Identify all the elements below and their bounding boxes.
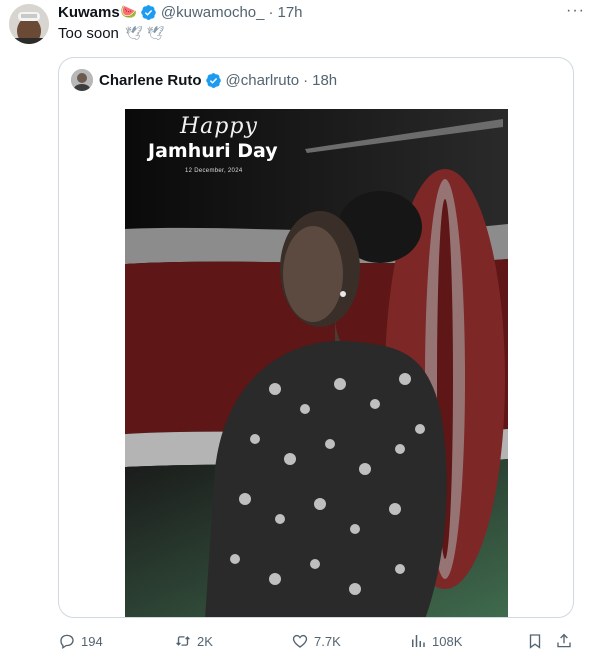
tweet-header: Kuwams 🍉 @kuwamocho_ · 17h bbox=[58, 3, 303, 21]
image-title: Jamhuri Day bbox=[148, 140, 278, 162]
repost-count: 2K bbox=[197, 633, 213, 649]
dove-emoji: 🕊 🕊 bbox=[124, 25, 165, 41]
watermelon-emoji: 🍉 bbox=[120, 4, 137, 19]
quoted-tweet-time[interactable]: 18h bbox=[312, 72, 337, 89]
avatar[interactable] bbox=[9, 4, 49, 44]
repost-icon bbox=[176, 636, 190, 646]
quoted-avatar[interactable] bbox=[71, 69, 93, 91]
more-options-icon[interactable]: ··· bbox=[566, 2, 585, 20]
avatar-image bbox=[9, 4, 49, 44]
reply-button[interactable]: 194 bbox=[58, 630, 103, 652]
quoted-author-name[interactable]: Charlene Ruto bbox=[99, 72, 202, 89]
reply-count: 194 bbox=[81, 633, 103, 649]
verified-badge-icon[interactable] bbox=[140, 4, 157, 21]
quoted-tweet-card[interactable]: Charlene Ruto @charlruto · 18h Happy Jam… bbox=[58, 57, 574, 618]
share-button[interactable] bbox=[555, 630, 578, 652]
share-icon bbox=[557, 633, 571, 648]
author-name[interactable]: Kuwams bbox=[58, 4, 120, 21]
jamhuri-day-photo bbox=[125, 109, 508, 617]
bookmark-icon bbox=[529, 634, 541, 649]
separator-dot: · bbox=[268, 3, 274, 21]
views-count: 108K bbox=[432, 633, 463, 649]
reply-icon bbox=[60, 634, 74, 650]
like-button[interactable]: 7.7K bbox=[291, 630, 341, 652]
like-count: 7.7K bbox=[314, 633, 341, 649]
views-chart-icon bbox=[412, 635, 425, 647]
bookmark-button[interactable] bbox=[526, 630, 549, 652]
repost-button[interactable]: 2K bbox=[174, 630, 213, 652]
tweet-time[interactable]: 17h bbox=[277, 4, 302, 21]
image-date: 12 December, 2024 bbox=[185, 168, 243, 174]
tweet-body: Too soon bbox=[58, 25, 119, 42]
verified-badge-icon[interactable] bbox=[205, 72, 222, 89]
separator-dot: · bbox=[303, 71, 309, 89]
tweet-text: Too soon 🕊 🕊 bbox=[58, 25, 164, 42]
quoted-avatar-image bbox=[71, 69, 93, 91]
views-button[interactable]: 108K bbox=[409, 630, 462, 652]
image-greeting: Happy bbox=[180, 114, 258, 139]
quoted-tweet-image[interactable]: Happy Jamhuri Day 12 December, 2024 bbox=[125, 109, 508, 617]
author-handle[interactable]: @kuwamocho_ bbox=[161, 4, 265, 21]
quoted-author-handle[interactable]: @charlruto bbox=[226, 72, 300, 89]
heart-icon bbox=[292, 634, 308, 648]
tweet-actions: 194 2K 7.7K 108K bbox=[58, 630, 578, 652]
quoted-tweet-header: Charlene Ruto @charlruto · 18h bbox=[71, 68, 337, 92]
